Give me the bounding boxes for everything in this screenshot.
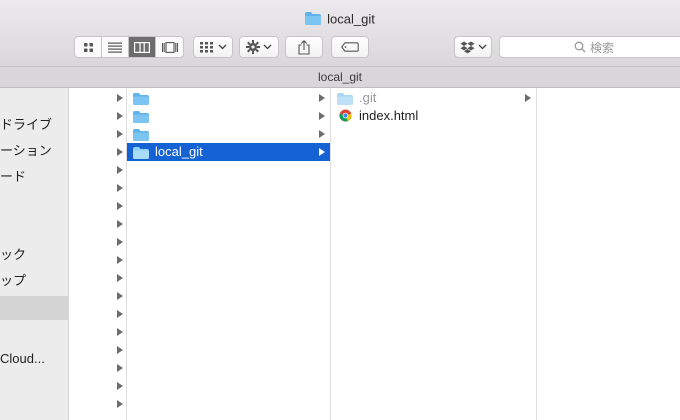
list-view-button[interactable]	[102, 37, 129, 57]
browser-column-2: .git index.html	[331, 88, 537, 420]
disclosure-arrow-icon[interactable]	[117, 184, 123, 192]
list-item-label: .git	[359, 90, 377, 105]
sidebar: ドライブ ーション ード ック ップ Cloud...	[0, 88, 69, 420]
disclosure-arrow-icon[interactable]	[117, 364, 123, 372]
browser-column-0	[69, 88, 127, 420]
search-icon	[574, 41, 586, 53]
icon-view-icon	[83, 42, 93, 52]
window-titlebar: local_git 検索	[0, 0, 680, 66]
disclosure-arrow-icon	[319, 112, 325, 120]
sidebar-item-desktop[interactable]: ップ	[0, 270, 68, 292]
browser-column-1: local_git	[127, 88, 331, 420]
sidebar-item-label: ップ	[0, 273, 27, 288]
disclosure-arrow-icon[interactable]	[117, 166, 123, 174]
path-bar-label: local_git	[317, 70, 363, 84]
disclosure-arrow-icon[interactable]	[117, 328, 123, 336]
disclosure-arrow-icon[interactable]	[117, 400, 123, 408]
sidebar-item-label: Cloud...	[0, 351, 45, 366]
sidebar-item-mac[interactable]: ック	[0, 244, 68, 266]
list-item-selected[interactable]: local_git	[127, 143, 330, 161]
disclosure-arrow-icon[interactable]	[117, 202, 123, 210]
column-view-icon	[134, 41, 150, 53]
arrange-control[interactable]	[193, 36, 233, 58]
window-title: local_git	[0, 10, 680, 28]
browser-column-3	[537, 88, 680, 420]
list-item[interactable]	[127, 125, 330, 143]
chevron-down-icon	[263, 44, 272, 50]
sidebar-item-downloads[interactable]: ード	[0, 166, 68, 188]
path-bar: local_git	[0, 66, 680, 88]
list-item-label: index.html	[359, 108, 419, 123]
gear-icon	[246, 40, 260, 54]
tags-button[interactable]	[331, 36, 369, 58]
chrome-html-icon	[339, 109, 352, 127]
gallery-view-icon	[161, 41, 178, 53]
disclosure-arrow-icon[interactable]	[117, 292, 123, 300]
column-view-button[interactable]	[129, 37, 156, 57]
disclosure-arrow-icon[interactable]	[117, 238, 123, 246]
list-item[interactable]	[127, 107, 330, 125]
disclosure-arrow-icon	[319, 94, 325, 102]
dropbox-icon	[460, 41, 474, 53]
share-icon	[298, 39, 310, 55]
chevron-down-icon	[218, 44, 227, 50]
sidebar-item-applications[interactable]: ーション	[0, 140, 68, 162]
gallery-view-button[interactable]	[156, 37, 183, 57]
disclosure-arrow-icon[interactable]	[117, 148, 123, 156]
search-placeholder: 検索	[589, 40, 614, 55]
arrange-button[interactable]	[193, 36, 233, 58]
icon-view-button[interactable]	[75, 37, 102, 57]
disclosure-arrow-icon[interactable]	[117, 130, 123, 138]
disclosure-arrow-icon[interactable]	[117, 220, 123, 228]
dropbox-button[interactable]	[454, 36, 492, 58]
share-button[interactable]	[285, 36, 323, 58]
folder-icon	[305, 12, 322, 30]
sidebar-item-label: ドライブ	[0, 117, 53, 132]
disclosure-arrow-icon[interactable]	[117, 94, 123, 102]
search-field[interactable]: 検索	[499, 36, 680, 58]
tags-control[interactable]	[331, 36, 369, 58]
list-item[interactable]: .git	[331, 89, 536, 107]
sidebar-item-drive[interactable]: ドライブ	[0, 114, 68, 136]
disclosure-arrow-icon[interactable]	[117, 256, 123, 264]
disclosure-arrow-icon	[525, 94, 531, 102]
window-title-text: local_git	[327, 11, 375, 27]
disclosure-arrow-icon[interactable]	[117, 346, 123, 354]
action-button[interactable]	[239, 36, 279, 58]
disclosure-arrow-icon[interactable]	[117, 112, 123, 120]
chevron-down-icon	[478, 44, 486, 50]
disclosure-arrow-icon	[319, 148, 325, 156]
sidebar-item-label: ーション	[0, 143, 52, 158]
disclosure-arrow-icon[interactable]	[117, 274, 123, 282]
list-item[interactable]: index.html	[331, 107, 536, 125]
list-item[interactable]	[127, 89, 330, 107]
action-control[interactable]	[239, 36, 279, 58]
sidebar-item-label: ック	[0, 247, 27, 262]
list-item-label: local_git	[155, 144, 203, 159]
disclosure-arrow-icon[interactable]	[117, 382, 123, 390]
sidebar-item-label: ード	[0, 169, 27, 184]
disclosure-arrow-icon	[319, 130, 325, 138]
list-view-icon	[108, 42, 122, 53]
sidebar-item-icloud[interactable]: Cloud...	[0, 348, 68, 370]
disclosure-arrow-icon[interactable]	[117, 310, 123, 318]
sidebar-item-selected[interactable]	[0, 296, 68, 320]
dropbox-control[interactable]	[454, 36, 492, 58]
view-mode-control[interactable]	[74, 36, 184, 58]
arrange-grid-icon	[200, 42, 213, 53]
tag-icon	[341, 42, 359, 52]
share-control[interactable]	[285, 36, 323, 58]
folder-icon	[133, 146, 149, 164]
